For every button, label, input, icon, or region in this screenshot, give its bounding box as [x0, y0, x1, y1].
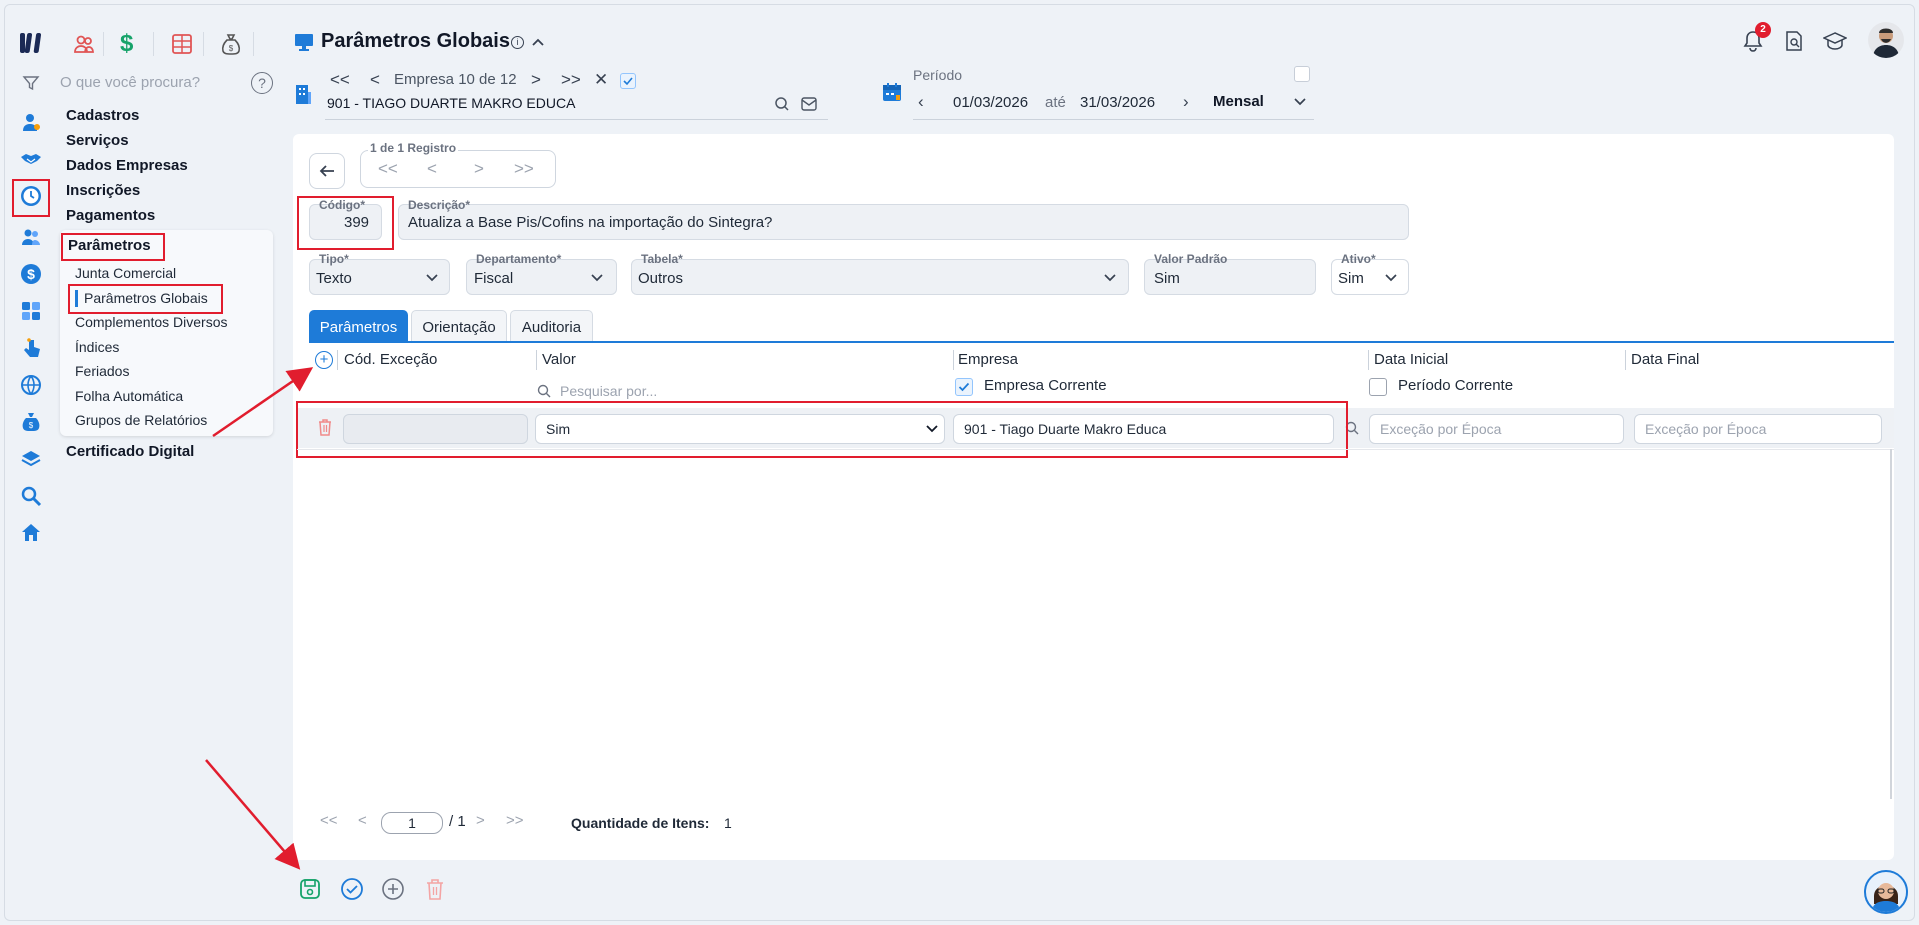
annotation-arrows: [205, 367, 314, 870]
